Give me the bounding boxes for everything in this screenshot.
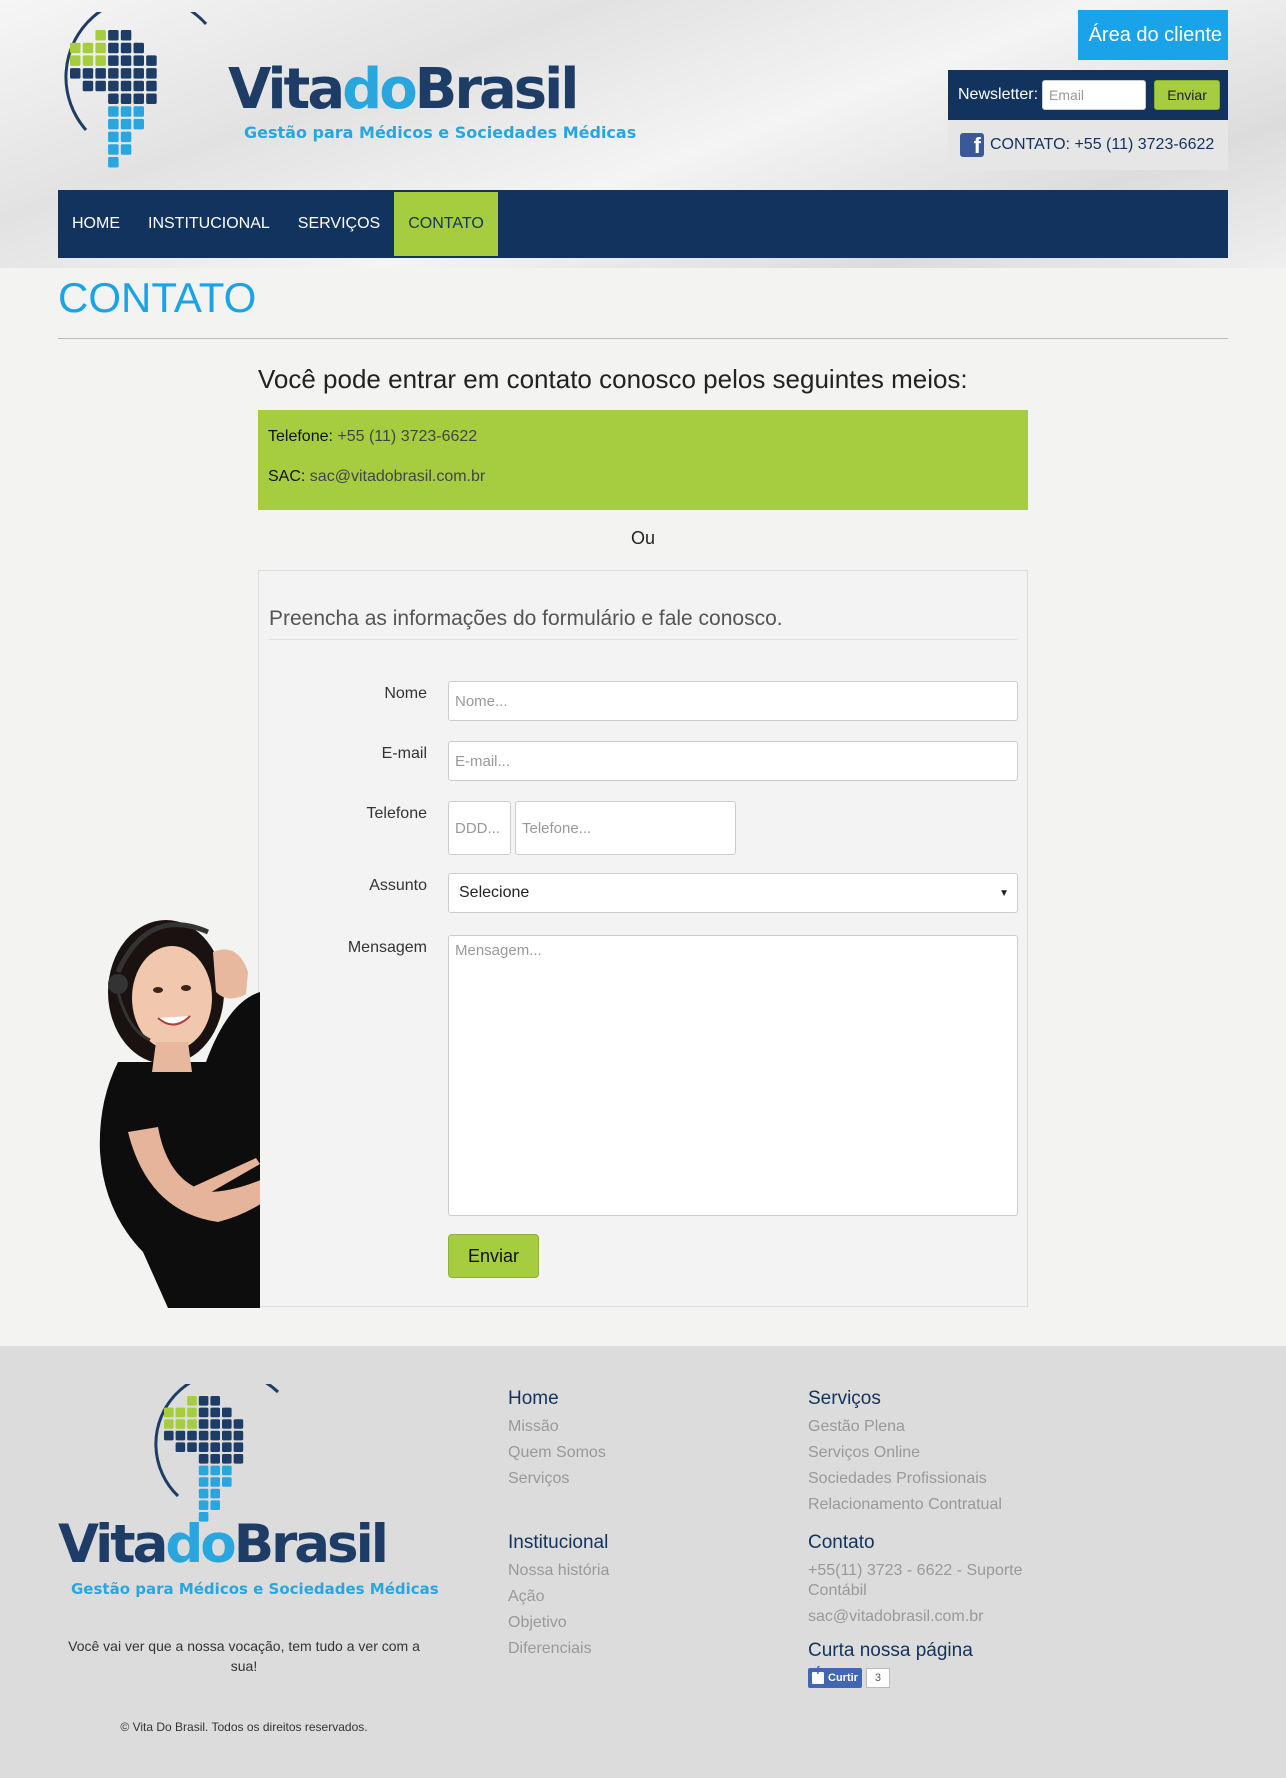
subject-label: Assunto <box>369 877 427 894</box>
footer-logo-tagline: Gestão para Médicos e Sociedades Médicas <box>71 1580 439 1598</box>
footer-contact-phone: +55(11) 3723 - 6622 - Suporte Contábil <box>808 1562 1023 1599</box>
newsletter-bar: Newsletter: Enviar <box>948 70 1228 120</box>
name-field[interactable] <box>448 681 1018 721</box>
footer-col-contato: Contato +55(11) 3723 - 6622 - Suporte Co… <box>808 1528 1038 1688</box>
footer-link[interactable]: Objetivo <box>508 1610 609 1636</box>
contact-form: Preencha as informações do formulário e … <box>258 570 1028 1307</box>
message-field[interactable] <box>448 935 1018 1216</box>
email-label: E-mail <box>381 745 427 762</box>
footer-heading-contato[interactable]: Contato <box>808 1528 1038 1558</box>
logo-tagline: Gestão para Médicos e Sociedades Médicas <box>244 123 637 142</box>
select-caret-icon: ▼ <box>999 887 1009 899</box>
footer-col-home: Home Missão Quem Somos Serviços <box>508 1384 606 1492</box>
ddd-field[interactable] <box>448 801 511 855</box>
footer-link[interactable]: Serviços <box>508 1466 606 1492</box>
newsletter-label: Newsletter: <box>958 86 1039 103</box>
footer-slogan: Você vai ver que a nossa vocação, tem tu… <box>68 1638 420 1674</box>
sac-label: SAC: <box>268 468 306 485</box>
logo-wordmark: VitadoBrasil <box>228 57 579 122</box>
globe-logo-icon <box>154 1370 280 1522</box>
footer-link[interactable]: Missão <box>508 1414 606 1440</box>
phone-value: +55 (11) 3723-6622 <box>337 428 478 445</box>
or-separator: Ou <box>630 528 655 548</box>
message-label: Mensagem <box>347 939 427 956</box>
nav-item-institucional[interactable]: INSTITUCIONAL <box>134 190 284 258</box>
copyright: © Vita Do Brasil. Todos os direitos rese… <box>120 1720 368 1734</box>
footer: VitadoBrasil Gestão para Médicos e Socie… <box>0 1346 1286 1778</box>
phone-field-label: Telefone <box>366 805 428 822</box>
facebook-like-count: 3 <box>865 1668 890 1688</box>
footer-contact-email[interactable]: sac@vitadobrasil.com.br <box>808 1604 1038 1630</box>
facebook-like-widget: f Curtir 3 <box>808 1665 1038 1688</box>
footer-col-institucional: Institucional Nossa história Ação Objeti… <box>508 1528 609 1662</box>
client-area-button[interactable]: Área do cliente <box>1078 10 1228 60</box>
contact-intro: Você pode entrar em contato conosco pelo… <box>258 364 968 394</box>
form-submit-button[interactable]: Enviar <box>448 1234 539 1278</box>
header-contact: f CONTATO: +55 (11) 3723-6622 <box>948 120 1228 170</box>
form-divider <box>269 639 1017 640</box>
footer-heading-home[interactable]: Home <box>508 1384 606 1414</box>
sac-email-link[interactable]: sac@vitadobrasil.com.br <box>310 468 485 485</box>
footer-link[interactable]: Quem Somos <box>508 1440 606 1466</box>
email-field[interactable] <box>448 741 1018 781</box>
subject-select[interactable]: Selecione ▼ <box>448 873 1018 913</box>
facebook-icon[interactable]: f <box>960 133 984 157</box>
footer-link[interactable]: Nossa história <box>508 1558 609 1584</box>
footer-heading-institucional[interactable]: Institucional <box>508 1528 609 1558</box>
footer-link[interactable]: Diferenciais <box>508 1636 609 1662</box>
newsletter-email-input[interactable] <box>1042 80 1147 110</box>
footer-link[interactable]: Sociedades Profissionais <box>808 1466 1002 1492</box>
support-agent-illustration <box>99 920 260 1308</box>
footer-link[interactable]: Ação <box>508 1584 609 1610</box>
footer-link[interactable]: Serviços Online <box>808 1440 1002 1466</box>
nav-item-contato[interactable]: CONTATO <box>394 192 498 256</box>
footer-logo-wordmark: VitadoBrasil <box>58 1514 389 1575</box>
footer-heading-servicos[interactable]: Serviços <box>808 1384 1002 1414</box>
title-divider <box>58 338 1228 339</box>
newsletter-submit-button[interactable]: Enviar <box>1154 80 1221 110</box>
facebook-icon: f <box>812 1665 824 1684</box>
main-nav: HOME INSTITUCIONAL SERVIÇOS CONTATO <box>58 190 1228 258</box>
footer-col-servicos: Serviços Gestão Plena Serviços Online So… <box>808 1384 1002 1518</box>
phone-label: Telefone: <box>268 428 333 445</box>
phone-field[interactable] <box>515 801 736 855</box>
subject-selected-value: Selecione <box>459 884 530 901</box>
globe-logo-icon <box>64 12 208 168</box>
footer-link[interactable]: Gestão Plena <box>808 1414 1002 1440</box>
contact-info-box: Telefone: +55 (11) 3723-6622 SAC: sac@vi… <box>258 410 1028 510</box>
site-logo[interactable]: VitadoBrasil Gestão para Médicos e Socie… <box>56 12 636 172</box>
facebook-like-button[interactable]: f Curtir <box>808 1665 862 1688</box>
footer-logo[interactable]: VitadoBrasil Gestão para Médicos e Socie… <box>58 1370 439 1624</box>
form-heading: Preencha as informações do formulário e … <box>269 607 783 630</box>
page-title: CONTATO <box>58 274 257 321</box>
nav-item-servicos[interactable]: SERVIÇOS <box>284 190 394 258</box>
footer-like-heading: Curta nossa página <box>808 1640 973 1661</box>
header-contact-text: CONTATO: +55 (11) 3723-6622 <box>990 136 1215 153</box>
footer-link[interactable]: Relacionamento Contratual <box>808 1492 1002 1518</box>
nav-item-home[interactable]: HOME <box>58 190 134 258</box>
name-label: Nome <box>384 685 427 702</box>
